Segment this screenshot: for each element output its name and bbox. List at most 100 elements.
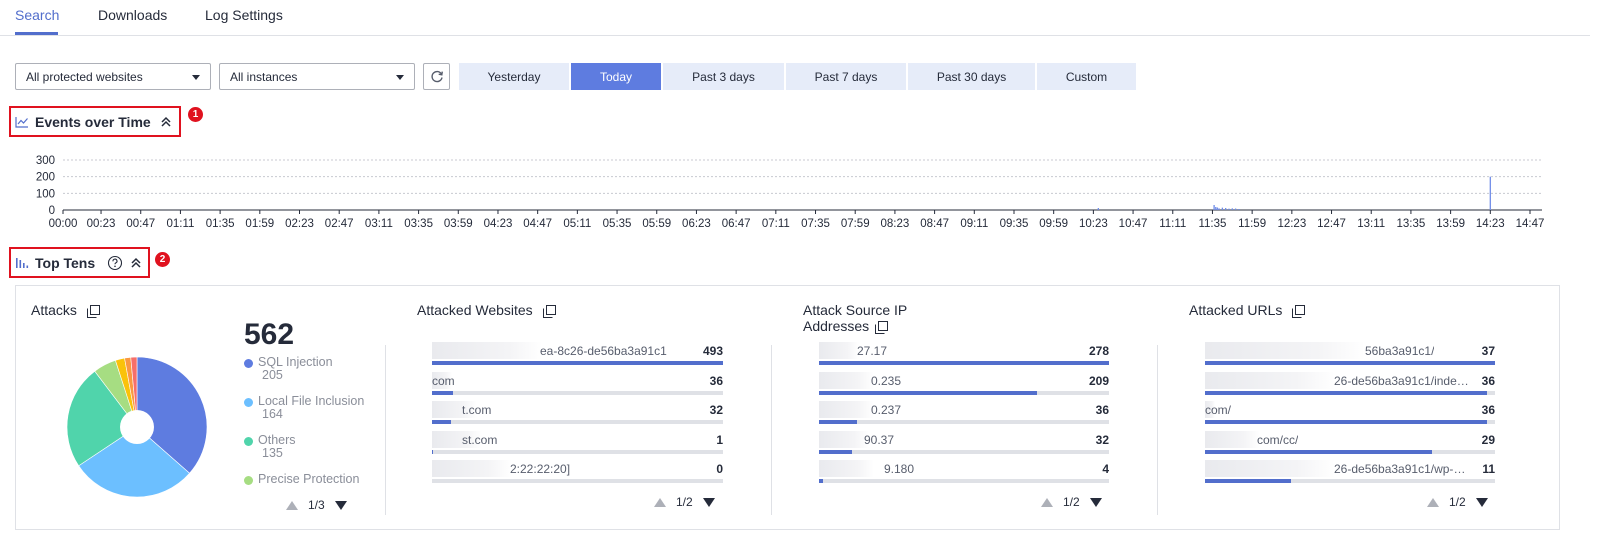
urls-row-count: 37 bbox=[1481, 344, 1495, 358]
progress-track bbox=[1205, 450, 1495, 454]
instance-select-value: All instances bbox=[230, 70, 298, 84]
page-up-icon[interactable] bbox=[1427, 497, 1439, 507]
events-over-time-chart: 0 100 200 300 00:00 00:23 00:47 01:11 01:35 01:59… bbox=[36, 155, 1545, 230]
websites-row-count: 493 bbox=[702, 344, 723, 358]
legend-count: 205 bbox=[262, 368, 283, 382]
copy-icon[interactable] bbox=[542, 304, 556, 318]
redacted-text bbox=[432, 342, 542, 359]
progress-track bbox=[432, 361, 723, 365]
websites-row-count: 36 bbox=[709, 374, 723, 388]
attacks-page-indicator: 1/3 bbox=[308, 498, 325, 512]
range-past-30-days-button[interactable]: Past 30 days bbox=[908, 63, 1035, 90]
ips-row-count: 209 bbox=[1088, 374, 1109, 388]
ips-row[interactable]: 0.235 209 bbox=[819, 372, 1109, 401]
progress-track bbox=[1205, 361, 1495, 365]
collapse-icon[interactable] bbox=[159, 115, 173, 129]
x-tick-label: 00:23 bbox=[87, 218, 116, 230]
urls-row[interactable]: com/cc/29 bbox=[1205, 431, 1495, 460]
x-tick-label: 00:00 bbox=[49, 218, 78, 230]
websites-page-indicator: 1/2 bbox=[676, 495, 693, 509]
top-tens-header[interactable]: Top Tens bbox=[9, 247, 150, 278]
attacks-pager: 1/3 bbox=[286, 497, 347, 513]
ips-row[interactable]: 0.237 36 bbox=[819, 401, 1109, 430]
websites-card-title: Attacked Websites bbox=[417, 302, 556, 318]
x-tick-label: 09:59 bbox=[1039, 218, 1068, 230]
ips-row-name: 0.235 bbox=[871, 374, 902, 388]
urls-row[interactable]: com/36 bbox=[1205, 401, 1495, 430]
ips-row-name: 9.180 bbox=[884, 462, 915, 476]
ips-row[interactable]: 27.17 278 bbox=[819, 342, 1109, 371]
websites-row[interactable]: ea-8c26-de56ba3a91c1 493 bbox=[432, 342, 723, 371]
progress-fill bbox=[819, 450, 853, 454]
progress-fill bbox=[1205, 479, 1292, 483]
page-down-icon[interactable] bbox=[1089, 497, 1102, 507]
urls-card-title: Attacked URLs bbox=[1189, 302, 1306, 318]
progress-fill bbox=[432, 450, 433, 454]
refresh-button[interactable] bbox=[423, 63, 450, 90]
progress-track bbox=[1205, 420, 1495, 424]
website-select[interactable]: All protected websites bbox=[15, 63, 211, 90]
attacks-title: Attacks bbox=[31, 302, 77, 318]
urls-row-count: 36 bbox=[1481, 403, 1495, 417]
copy-icon[interactable] bbox=[1292, 304, 1306, 318]
urls-row[interactable]: 56ba3a91c1/37 bbox=[1205, 342, 1495, 371]
x-tick-label: 04:47 bbox=[523, 218, 552, 230]
ips-title-line1: Attack Source IP bbox=[803, 302, 908, 318]
caret-down-icon bbox=[192, 75, 200, 80]
attacks-pie-chart bbox=[66, 356, 208, 498]
tab-search[interactable]: Search bbox=[15, 7, 59, 23]
urls-pager: 1/2 bbox=[1427, 494, 1488, 510]
tab-bar: Search Downloads Log Settings bbox=[0, 0, 1590, 36]
redacted-text bbox=[819, 372, 874, 389]
page-up-icon[interactable] bbox=[286, 500, 298, 510]
websites-row[interactable]: 2:22:22:20] 0 bbox=[432, 460, 723, 489]
tab-downloads[interactable]: Downloads bbox=[98, 7, 167, 23]
tab-log-settings[interactable]: Log Settings bbox=[205, 7, 283, 23]
websites-row[interactable]: st.com 1 bbox=[432, 431, 723, 460]
ips-row-count: 36 bbox=[1095, 403, 1109, 417]
range-today-button[interactable]: Today bbox=[571, 63, 661, 90]
urls-row[interactable]: 26-de56ba3a91c1/index.… 36 bbox=[1205, 372, 1495, 401]
progress-track bbox=[819, 361, 1109, 365]
websites-row[interactable]: com 36 bbox=[432, 372, 723, 401]
x-tick-label: 03:11 bbox=[365, 218, 393, 230]
page-down-icon[interactable] bbox=[334, 500, 347, 510]
legend-dot bbox=[244, 359, 253, 368]
websites-row[interactable]: t.com 32 bbox=[432, 401, 723, 430]
progress-fill bbox=[819, 391, 1038, 395]
active-tab-indicator bbox=[15, 32, 58, 35]
x-tick-label: 13:35 bbox=[1397, 218, 1426, 230]
x-tick-label: 09:35 bbox=[1000, 218, 1029, 230]
range-past-3-days-button[interactable]: Past 3 days bbox=[663, 63, 784, 90]
ips-row-count: 32 bbox=[1095, 433, 1109, 447]
progress-fill bbox=[432, 420, 451, 424]
copy-icon[interactable] bbox=[86, 304, 100, 318]
events-over-time-header[interactable]: Events over Time bbox=[9, 106, 181, 137]
range-custom-button[interactable]: Custom bbox=[1037, 63, 1136, 90]
urls-page-indicator: 1/2 bbox=[1449, 495, 1466, 509]
x-tick-label: 03:59 bbox=[444, 218, 473, 230]
ips-row[interactable]: 90.37 32 bbox=[819, 431, 1109, 460]
ips-title-line2: Addresses bbox=[803, 318, 870, 334]
ips-row[interactable]: 9.180 4 bbox=[819, 460, 1109, 489]
progress-fill bbox=[432, 361, 723, 365]
progress-fill bbox=[1205, 420, 1488, 424]
range-past-7-days-button[interactable]: Past 7 days bbox=[786, 63, 906, 90]
instance-select[interactable]: All instances bbox=[219, 63, 415, 90]
page-down-icon[interactable] bbox=[1475, 497, 1488, 507]
redacted-text bbox=[432, 460, 512, 477]
urls-row[interactable]: 26-de56ba3a91c1/wp-ad… 11 bbox=[1205, 460, 1495, 489]
urls-row-name: com/ bbox=[1205, 403, 1232, 417]
page-up-icon[interactable] bbox=[654, 497, 666, 507]
urls-row-count: 36 bbox=[1481, 374, 1495, 388]
collapse-icon[interactable] bbox=[129, 256, 143, 270]
redacted-text bbox=[819, 401, 874, 418]
divider bbox=[771, 345, 772, 515]
page-down-icon[interactable] bbox=[702, 497, 715, 507]
question-circle-icon[interactable] bbox=[107, 255, 123, 271]
range-yesterday-button[interactable]: Yesterday bbox=[459, 63, 569, 90]
bar-chart-icon bbox=[16, 257, 29, 268]
page-up-icon[interactable] bbox=[1041, 497, 1053, 507]
redacted-text bbox=[819, 342, 859, 359]
copy-icon[interactable] bbox=[875, 320, 889, 334]
